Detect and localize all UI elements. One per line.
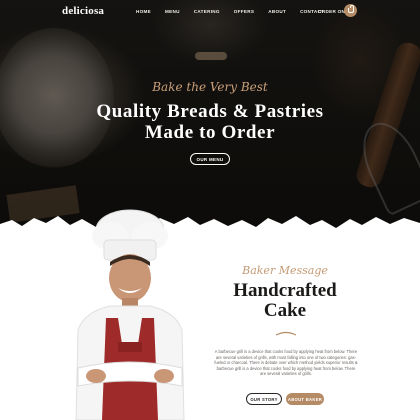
about-title-line1: Handcrafted [233,280,337,301]
about-script-heading: Baker Message [242,264,328,277]
hero-section: deliciosa HOME MENU CATERING OFFERS ABOU… [0,0,420,232]
top-navigation: deliciosa HOME MENU CATERING OFFERS ABOU… [0,0,420,22]
nav-home[interactable]: HOME [136,9,151,14]
hero-headline-line2: Made to Order [144,122,276,143]
about-title-line2: Cake [263,300,307,321]
about-baker-button[interactable]: ABOUT BAKER [286,393,324,405]
nav-catering[interactable]: CATERING [194,9,220,14]
nav-offers[interactable]: OFFERS [234,9,254,14]
hero-tagline: Bake the Very Best [152,80,268,94]
cart-button[interactable] [344,4,357,17]
nav-about[interactable]: ABOUT [268,9,286,14]
ornament-divider-icon [275,331,297,336]
about-body-text: A barbecue grill is a device that cooks … [214,349,358,377]
shopping-bag-icon [347,5,354,13]
hero-headline-line1: Quality Breads & Pastries [96,101,324,122]
hero-badge [195,52,227,60]
site-logo[interactable]: deliciosa [62,5,104,17]
our-menu-button[interactable]: OUR MENU [190,153,230,165]
main-nav: HOME MENU CATERING OFFERS ABOUT CONTACT [136,9,338,14]
our-story-button[interactable]: OUR STORY [246,393,282,405]
chef-image [75,209,185,420]
nav-menu[interactable]: MENU [165,9,180,14]
